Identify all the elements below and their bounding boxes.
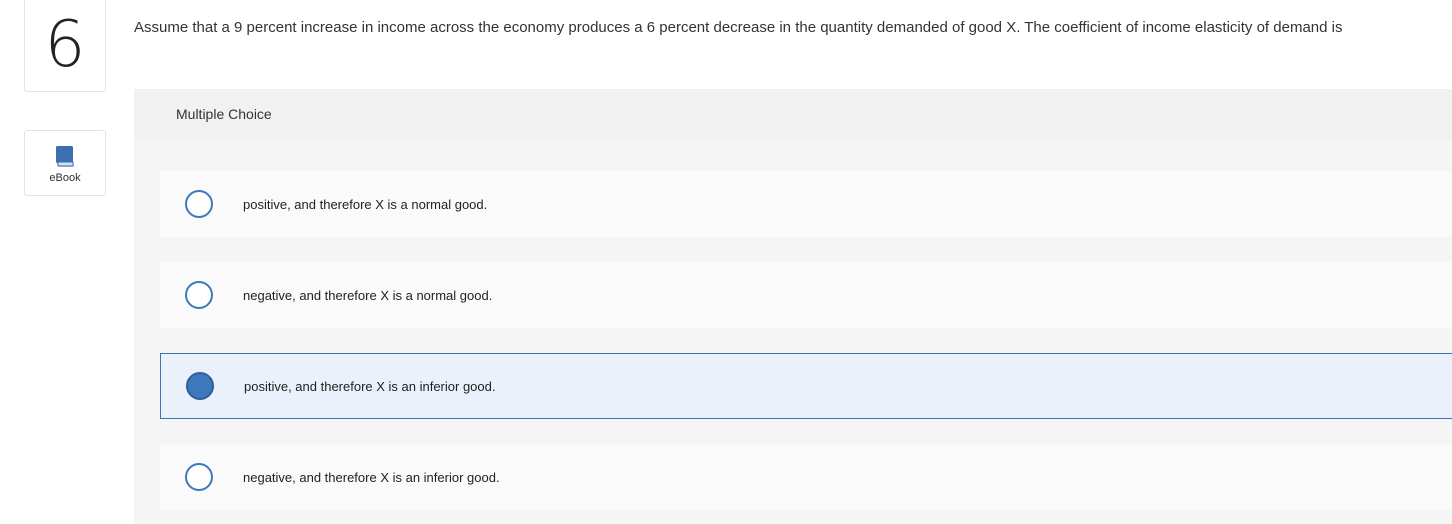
answer-option-3[interactable]: positive, and therefore X is an inferior… xyxy=(160,353,1452,419)
multiple-choice-panel: Multiple Choice positive, and therefore … xyxy=(134,89,1452,524)
radio-button[interactable] xyxy=(185,463,213,491)
question-number: 6 xyxy=(44,8,86,82)
multiple-choice-header: Multiple Choice xyxy=(134,89,1452,139)
book-icon xyxy=(56,146,74,167)
ebook-label: eBook xyxy=(49,172,81,184)
option-label: positive, and therefore X is a normal go… xyxy=(243,196,488,212)
answer-option-1[interactable]: positive, and therefore X is a normal go… xyxy=(160,171,1452,237)
radio-button[interactable] xyxy=(185,281,213,309)
option-label: negative, and therefore X is an inferior… xyxy=(243,469,500,485)
option-label: positive, and therefore X is an inferior… xyxy=(244,378,496,394)
radio-button[interactable] xyxy=(185,190,213,218)
answer-option-4[interactable]: negative, and therefore X is an inferior… xyxy=(160,444,1452,510)
ebook-button[interactable]: eBook xyxy=(24,130,106,196)
answer-option-2[interactable]: negative, and therefore X is a normal go… xyxy=(160,262,1452,328)
radio-button[interactable] xyxy=(186,372,214,400)
question-number-box: 6 xyxy=(24,0,106,92)
option-label: negative, and therefore X is a normal go… xyxy=(243,287,493,303)
question-page: 6 eBook Assume that a 9 percent increase… xyxy=(0,0,1452,524)
question-text: Assume that a 9 percent increase in inco… xyxy=(134,19,1343,36)
